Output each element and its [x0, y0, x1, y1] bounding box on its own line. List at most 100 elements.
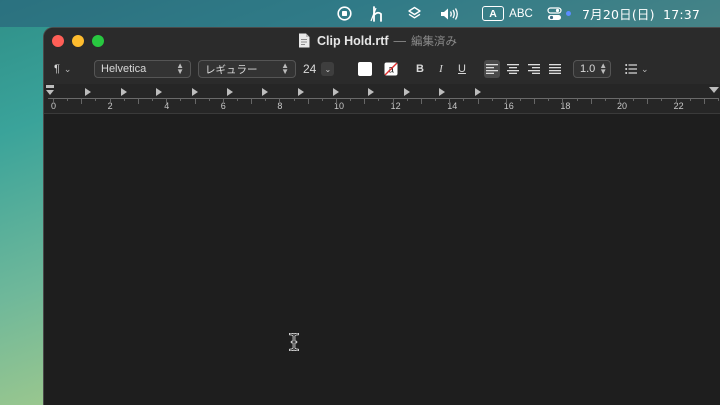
font-style-popup[interactable]: レギュラー ▲ ▼	[198, 60, 296, 78]
ruler-tick-mark	[180, 98, 182, 101]
format-toolbar: ¶ ⌄ Helvetica ▲▼ レギュラー ▲▼ 24 ⌄ a B I U	[44, 54, 720, 84]
ruler-tick-mark	[675, 98, 677, 104]
font-size-field[interactable]: 24 ⌄	[303, 60, 346, 78]
font-size-value: 24	[303, 62, 317, 76]
ruler-tick-mark	[576, 98, 578, 101]
h-app-icon[interactable]	[368, 0, 388, 27]
tab-stop-marker[interactable]	[85, 88, 92, 96]
font-family-popup[interactable]: Helvetica ▲ ▼	[94, 60, 191, 78]
popup-stepper-icon: ▲ ▼	[281, 61, 289, 76]
tab-stop-marker[interactable]	[474, 88, 481, 96]
indent-marker-icon[interactable]	[45, 85, 55, 97]
tab-stop-marker[interactable]	[368, 88, 375, 96]
ruler-tick-mark	[123, 98, 125, 101]
ruler-tick-mark	[350, 98, 352, 101]
text-color-well[interactable]	[357, 60, 373, 78]
popup-stepper-icon: ▲ ▼	[176, 61, 184, 76]
line-spacing-value: 1.0	[580, 63, 596, 75]
zoom-button[interactable]	[92, 35, 104, 47]
ruler-tick-mark	[604, 98, 606, 101]
textedit-window: Clip Hold.rtf — 編集済み ¶ ⌄ Helvetica ▲ ▼ レギ…	[43, 27, 720, 405]
tab-stop-marker[interactable]	[333, 88, 339, 96]
ruler-tick-mark	[152, 98, 154, 101]
font-size-dropdown-icon[interactable]: ⌄	[321, 62, 335, 76]
ruler-tick-mark	[420, 98, 422, 104]
ruler-tick-mark	[392, 98, 394, 104]
ruler-tick-mark	[590, 98, 592, 104]
window-title: Clip Hold.rtf — 編集済み	[317, 33, 457, 49]
ruler-tick-mark	[647, 98, 649, 104]
tab-stop-marker[interactable]	[297, 88, 304, 96]
ruler[interactable]: 0 2 4 6 8 10 12 14 16 18 20 22	[44, 84, 720, 114]
ruler-tick-mark	[619, 98, 620, 104]
justify-button[interactable]	[547, 60, 563, 78]
underline-button[interactable]: U	[455, 60, 469, 78]
align-right-button[interactable]	[526, 60, 542, 78]
menubar-clock[interactable]: 7月20日(日) 17:37	[582, 0, 712, 27]
highlight-color-well[interactable]: a	[383, 60, 399, 78]
no-highlight-icon: a	[384, 62, 398, 76]
ruler-tick-mark	[321, 98, 323, 101]
tab-stop-marker[interactable]	[226, 88, 233, 96]
ruler-tick-mark	[477, 98, 479, 104]
ruler-tick-mark	[661, 98, 663, 101]
ruler-tick-mark	[336, 98, 337, 104]
menu-bar: A ABC 7月20日(日) 17:37	[0, 0, 720, 27]
input-source-menu[interactable]: A	[481, 0, 505, 27]
layers-app-icon[interactable]	[405, 0, 423, 27]
right-margin-marker-icon[interactable]	[709, 87, 719, 95]
italic-button[interactable]: I	[434, 60, 448, 78]
align-left-button[interactable]	[484, 60, 500, 78]
tab-stop-marker[interactable]	[120, 88, 127, 96]
volume-icon[interactable]	[437, 0, 461, 27]
document-name: Clip Hold.rtf	[317, 34, 389, 48]
ruler-tick-mark	[491, 98, 493, 101]
tab-stop-marker[interactable]	[439, 88, 446, 96]
ruler-tick-mark	[293, 98, 295, 101]
ruler-tick-mark	[406, 98, 408, 101]
edited-status: 編集済み	[411, 34, 458, 48]
ruler-tick-mark	[689, 98, 691, 101]
input-source-badge: A	[482, 6, 504, 21]
tab-stop-marker[interactable]	[262, 88, 269, 96]
ruler-tick-mark	[378, 98, 380, 101]
title-separator: —	[393, 34, 407, 48]
ruler-tick-mark	[703, 98, 705, 104]
list-bullets-menu[interactable]: ⌄	[625, 60, 655, 78]
minimize-button[interactable]	[72, 35, 84, 47]
ruler-tick-mark	[109, 98, 111, 104]
ruler-tick-mark	[166, 98, 168, 104]
justify-icon	[549, 64, 561, 74]
ruler-tick-mark	[548, 98, 550, 101]
chevron-down-icon: ⌄	[63, 63, 72, 74]
ruler-tick-mark	[519, 98, 521, 101]
text-color-swatch	[358, 62, 372, 76]
align-center-button[interactable]	[505, 60, 521, 78]
document-text-area[interactable]	[44, 115, 720, 405]
tab-stop-marker[interactable]	[156, 88, 163, 96]
tab-stop-marker[interactable]	[403, 88, 410, 96]
screen-record-icon[interactable]	[336, 0, 352, 27]
bold-button[interactable]: B	[413, 60, 427, 78]
ruler-tick-mark	[194, 98, 196, 104]
bulleted-list-icon	[625, 64, 637, 74]
ruler-tick-mark	[534, 98, 536, 104]
ruler-tick-mark	[718, 98, 720, 101]
close-button[interactable]	[52, 35, 64, 47]
line-spacing-popup[interactable]: 1.0 ▲ ▼	[573, 60, 611, 78]
ruler-tick-mark	[53, 98, 54, 104]
paragraph-style-label: ¶	[54, 63, 60, 75]
ruler-tick-mark	[251, 98, 253, 104]
control-center-icon[interactable]	[545, 0, 563, 27]
rtf-document-icon[interactable]	[298, 33, 310, 48]
title-bar[interactable]: Clip Hold.rtf — 編集済み	[44, 28, 720, 54]
ruler-tick-mark	[81, 98, 83, 104]
ruler-tick-mark	[505, 98, 507, 104]
ruler-tick-mark	[633, 98, 635, 101]
input-source-label[interactable]: ABC	[507, 0, 535, 27]
tab-stop-marker[interactable]	[191, 88, 198, 96]
popup-stepper-icon: ▲ ▼	[599, 61, 608, 76]
paragraph-style-menu[interactable]: ¶ ⌄	[54, 60, 82, 78]
font-style-value: レギュラー	[205, 63, 258, 76]
recording-indicator-dot	[566, 11, 571, 16]
